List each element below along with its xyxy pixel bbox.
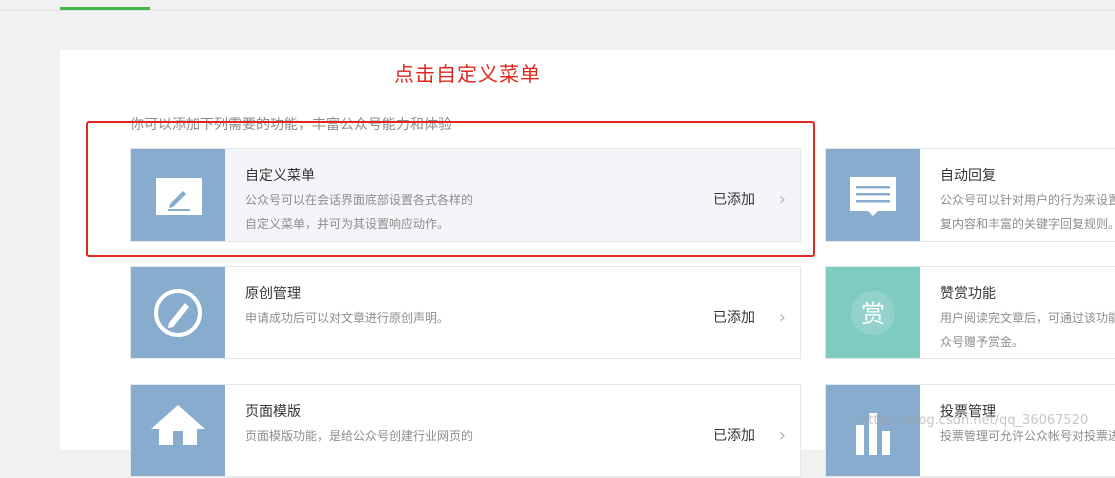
feature-desc-line: 申请成功后可以对文章进行原创声明。 [245, 311, 450, 325]
feature-desc-line: 自定义菜单，并可为其设置响应动作。 [245, 217, 450, 231]
edit-icon [156, 178, 202, 215]
intro-text: 你可以添加下列需要的功能，丰富公众号能力和体验 [130, 117, 452, 133]
feature-title: 自动回复 [940, 168, 996, 184]
original-pen-icon [154, 289, 202, 337]
feature-icon-box [826, 149, 920, 241]
watermark: https://blog.csdn.net/qq_36067520 [860, 413, 1089, 428]
feature-title: 原创管理 [245, 286, 301, 302]
feature-desc-line: 公众号可以在会话界面底部设置各式各样的 [245, 193, 474, 207]
feature-desc-line: 复内容和丰富的关键字回复规则。 [940, 217, 1115, 231]
feature-icon-box: 赏 [826, 267, 920, 358]
feature-title: 页面模版 [245, 404, 301, 420]
status-added: 已添加 [713, 428, 755, 444]
feature-desc: 用户阅读完文章后，可通过该功能 众号赠予赏金。 [940, 306, 1115, 354]
feature-icon-box [131, 149, 225, 241]
chevron-right-icon: › [778, 189, 786, 210]
feature-desc-line: 用户阅读完文章后，可通过该功能 [940, 311, 1115, 325]
feature-desc: 公众号可以在会话界面底部设置各式各样的 自定义菜单，并可为其设置响应动作。 [245, 188, 665, 236]
feature-desc: 页面模版功能，是给公众号创建行业网页的 [245, 424, 665, 448]
feature-icon-box [826, 385, 920, 476]
reward-icon-text: 赏 [861, 300, 885, 328]
chevron-right-icon: › [778, 425, 786, 446]
feature-icon-box [131, 267, 225, 358]
feature-title: 赞赏功能 [940, 286, 996, 302]
feature-desc: 申请成功后可以对文章进行原创声明。 [245, 306, 665, 330]
top-nav-bar [0, 0, 1115, 11]
feature-desc: 公众号可以针对用户的行为来设置 复内容和丰富的关键字回复规则。 [940, 188, 1115, 236]
house-icon [151, 405, 205, 445]
annotation-text: 点击自定义菜单 [394, 62, 541, 86]
active-tab-indicator [60, 7, 150, 10]
feature-card-auto-reply[interactable]: 自动回复 公众号可以针对用户的行为来设置 复内容和丰富的关键字回复规则。 [825, 148, 1115, 242]
feature-card-original[interactable]: 原创管理 申请成功后可以对文章进行原创声明。 已添加 › [130, 266, 801, 359]
feature-desc-line: 公众号可以针对用户的行为来设置 [940, 193, 1115, 207]
status-added: 已添加 [713, 192, 755, 208]
feature-title: 自定义菜单 [245, 168, 315, 184]
reward-icon: 赏 [851, 291, 895, 335]
feature-card-vote[interactable]: 投票管理 投票管理可允许公众帐号对投票进 [825, 384, 1115, 477]
feature-card-page-template[interactable]: 页面模版 页面模版功能，是给公众号创建行业网页的 已添加 › [130, 384, 801, 477]
feature-desc-line: 页面模版功能，是给公众号创建行业网页的 [245, 429, 474, 443]
chevron-right-icon: › [778, 307, 786, 328]
message-icon [850, 177, 896, 216]
status-added: 已添加 [713, 310, 755, 326]
feature-icon-box [131, 385, 225, 476]
feature-desc-line: 众号赠予赏金。 [940, 335, 1025, 349]
feature-card-reward[interactable]: 赏 赞赏功能 用户阅读完文章后，可通过该功能 众号赠予赏金。 [825, 266, 1115, 359]
bar-chart-icon [856, 413, 890, 455]
feature-card-custom-menu[interactable]: 自定义菜单 公众号可以在会话界面底部设置各式各样的 自定义菜单，并可为其设置响应… [130, 148, 801, 242]
